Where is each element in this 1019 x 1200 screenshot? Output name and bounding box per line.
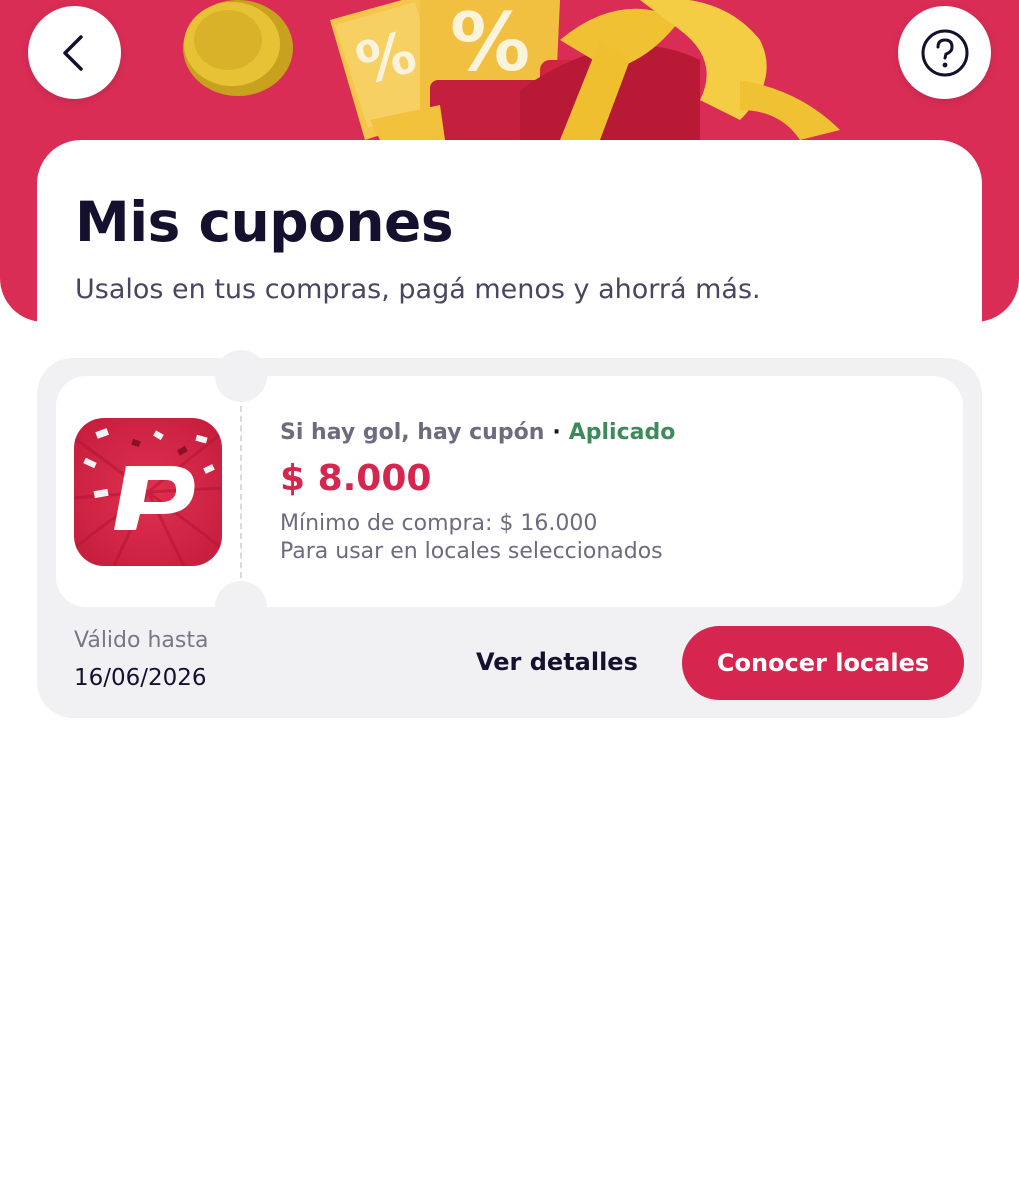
status-badge: Aplicado — [568, 420, 676, 445]
title-card: Mis cupones Usalos en tus compras, pagá … — [37, 140, 982, 325]
min-purchase-text: Mínimo de compra: $ 16.000 — [280, 511, 598, 536]
help-button[interactable] — [898, 6, 991, 99]
discover-stores-button[interactable]: Conocer locales — [682, 626, 964, 700]
page-title: Mis cupones — [75, 190, 454, 254]
question-mark-circle-icon — [921, 29, 968, 76]
page-subtitle: Usalos en tus compras, pagá menos y ahor… — [75, 274, 761, 305]
coupon-name: Si hay gol, hay cupón — [280, 420, 545, 445]
coupon-ticket[interactable]: Si hay gol, hay cupón · Aplicado $ 8.000 M… — [56, 350, 963, 633]
coupon-name-row: Si hay gol, hay cupón · Aplicado — [280, 420, 675, 445]
separator-dot: · — [552, 420, 561, 445]
ticket-notch — [215, 350, 267, 402]
pedidosya-p-logo — [74, 418, 222, 566]
chevron-left-icon — [62, 34, 83, 71]
ticket-notch — [215, 581, 267, 633]
valid-until-label: Válido hasta — [74, 628, 209, 653]
coupon-card: Si hay gol, hay cupón · Aplicado $ 8.000 M… — [37, 350, 982, 718]
view-details-link[interactable]: Ver detalles — [476, 648, 638, 676]
valid-until-date: 16/06/2026 — [74, 665, 207, 691]
ticket-divider — [240, 406, 242, 578]
usage-note-text: Para usar en locales seleccionados — [280, 539, 663, 564]
back-button[interactable] — [28, 6, 121, 99]
coupon-amount: $ 8.000 — [280, 458, 432, 499]
store-logo — [74, 418, 222, 566]
svg-text:%: % — [450, 0, 530, 89]
